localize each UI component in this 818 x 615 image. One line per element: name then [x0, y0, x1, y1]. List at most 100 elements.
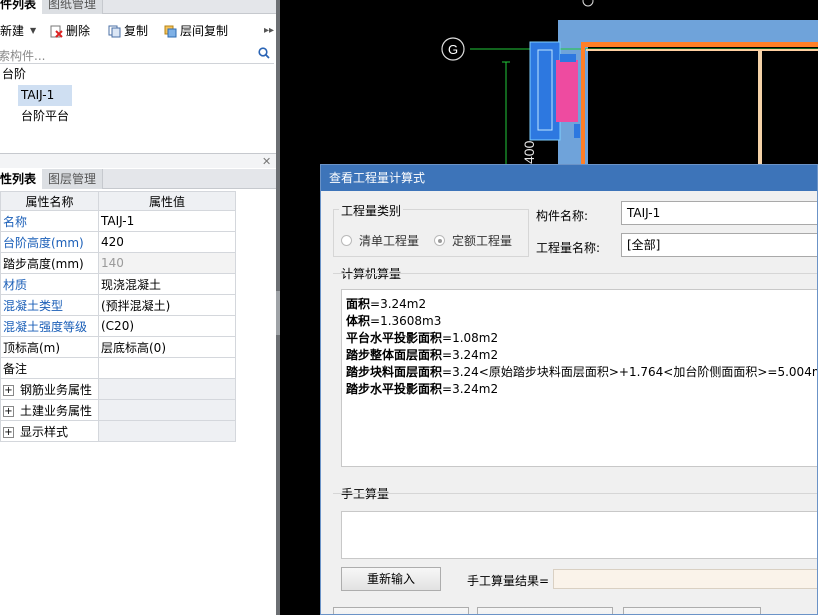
prop-name: 台阶高度(mm) [0, 231, 99, 253]
bottom-button-2[interactable] [477, 607, 613, 614]
section-rule [333, 273, 817, 274]
prop-value[interactable]: (预拌混凝土) [98, 294, 236, 316]
tree-item-taij-1[interactable]: TAIJ-1 [18, 85, 72, 106]
prop-value[interactable]: 层底标高(0) [98, 336, 236, 358]
floor-copy-button[interactable]: 层间复制 [164, 22, 228, 40]
copy-label: 复制 [124, 24, 149, 38]
step-platform [556, 60, 578, 122]
more-chevron-icon[interactable]: ▸▸ [264, 22, 274, 40]
quantity-type-legend: 工程量类别 [339, 202, 404, 219]
tab-property-list[interactable]: 性列表 [0, 169, 44, 189]
dimension-text: 400 [521, 140, 537, 164]
copy-button[interactable]: 复制 [108, 22, 148, 40]
prop-value[interactable]: TAIJ-1 [98, 210, 236, 232]
calc-line: 面积=3.24m2 [346, 296, 814, 313]
prop-value[interactable]: 现浇混凝土 [98, 273, 236, 295]
group-row-filler [98, 378, 236, 400]
expand-icon[interactable]: + [3, 384, 14, 396]
prop-name: 顶标高(m) [0, 336, 99, 358]
prop-value[interactable]: 420 [98, 231, 236, 253]
computer-calc-textbox[interactable]: 面积=3.24m2 体积=1.3608m3 平台水平投影面积=1.08m2 踏步… [341, 289, 818, 467]
tree-item-step-platform[interactable]: 台阶平台 [21, 107, 69, 125]
group-rebar-properties[interactable]: + 钢筋业务属性 [0, 378, 99, 400]
radio-circle-icon[interactable] [341, 235, 352, 246]
axis-label-g: G [448, 42, 458, 57]
radio-list-quantity[interactable]: 清单工程量 [341, 232, 419, 249]
calc-line: 平台水平投影面积=1.08m2 [346, 330, 814, 347]
quantity-name-label: 工程量名称: [536, 241, 601, 255]
close-icon[interactable]: ✕ [262, 155, 271, 168]
radio-quota-quantity[interactable]: 定额工程量 [434, 232, 512, 249]
tree-root-steps[interactable]: 台阶 [2, 65, 26, 83]
prop-name: 踏步高度(mm) [0, 252, 99, 274]
component-tabbar: 件列表 图纸管理 [0, 0, 276, 14]
table-row[interactable]: 备注 [0, 357, 236, 379]
group-row-filler [98, 420, 236, 442]
quantity-formula-dialog: 查看工程量计算式 工程量类别 清单工程量 定额工程量 构件名称: TAIJ-1 … [320, 164, 818, 615]
dropdown-arrow-icon: ▼ [30, 26, 37, 35]
expand-icon[interactable]: + [3, 405, 14, 417]
calc-line-label: 踏步水平投影面积 [346, 382, 443, 396]
prop-value[interactable] [98, 357, 236, 379]
component-name-field[interactable]: TAIJ-1 [621, 201, 817, 225]
splitter-bar[interactable] [0, 154, 276, 168]
prop-value[interactable]: (C20) [98, 315, 236, 337]
calc-line-label: 踏步整体面层面积 [346, 348, 443, 362]
calc-line-expr: =1.08m2 [442, 331, 499, 345]
search-icon[interactable] [258, 47, 270, 62]
section-rule [333, 493, 817, 494]
group-label: 土建业务属性 [20, 403, 93, 418]
table-row[interactable]: 混凝土强度等级 (C20) [0, 315, 236, 337]
expand-icon[interactable]: + [3, 426, 14, 438]
group-row[interactable]: + 土建业务属性 [0, 399, 236, 421]
table-row[interactable]: 踏步高度(mm) 140 [0, 252, 236, 274]
header-property-value: 属性值 [98, 191, 236, 211]
manual-result-label: 手工算量结果= [467, 574, 550, 588]
component-panel: 件列表 图纸管理 新建 ▼ 删除 复制 层间复制 ▸▸ 索构件... 台阶 TA… [0, 0, 276, 615]
bottom-button-1[interactable] [333, 607, 469, 614]
table-row[interactable]: 台阶高度(mm) 420 [0, 231, 236, 253]
component-search[interactable]: 索构件... [0, 44, 274, 64]
component-toolbar: 新建 ▼ 删除 复制 层间复制 ▸▸ [0, 20, 276, 42]
calc-line-label: 面积 [346, 297, 371, 311]
group-row[interactable]: + 显示样式 [0, 420, 236, 442]
wall-top-inner [586, 49, 818, 51]
group-civil-properties[interactable]: + 土建业务属性 [0, 399, 99, 421]
manual-result-field[interactable] [553, 569, 817, 589]
calc-line-expr: =3.24m2 [442, 348, 499, 362]
prop-name: 材质 [0, 273, 99, 295]
quantity-name-field[interactable]: [全部] [621, 233, 817, 257]
bottom-button-3[interactable] [623, 607, 761, 614]
tab-component-list[interactable]: 件列表 [0, 0, 44, 14]
calc-line: 踏步水平投影面积=3.24m2 [346, 381, 814, 398]
group-display-style[interactable]: + 显示样式 [0, 420, 99, 442]
group-row[interactable]: + 钢筋业务属性 [0, 378, 236, 400]
table-row[interactable]: 混凝土类型 (预拌混凝土) [0, 294, 236, 316]
prop-name: 混凝土强度等级 [0, 315, 99, 337]
delete-icon [50, 25, 63, 38]
search-input[interactable]: 索构件... [0, 47, 45, 64]
new-button[interactable]: 新建 ▼ [0, 22, 36, 40]
reenter-button[interactable]: 重新输入 [341, 567, 441, 591]
calc-line-expr: =3.24m2 [442, 382, 499, 396]
calc-line-label: 体积 [346, 314, 371, 328]
tab-layer-management[interactable]: 图层管理 [42, 169, 104, 189]
new-label: 新建 [0, 24, 25, 38]
floor-copy-icon [164, 25, 177, 38]
delete-button[interactable]: 删除 [50, 22, 90, 40]
calc-line-expr: =3.24m2 [370, 297, 427, 311]
prop-name: 混凝土类型 [0, 294, 99, 316]
tab-drawing-management[interactable]: 图纸管理 [42, 0, 104, 14]
group-row-filler [98, 399, 236, 421]
table-row[interactable]: 顶标高(m) 层底标高(0) [0, 336, 236, 358]
radio-selected-icon[interactable] [434, 235, 445, 246]
prop-name: 备注 [0, 357, 99, 379]
prop-name: 名称 [0, 210, 99, 232]
table-row[interactable]: 材质 现浇混凝土 [0, 273, 236, 295]
calc-line-expr: =3.24<原始踏步块料面层面积>+1.764<加台阶侧面面积>=5.004m2 [442, 365, 818, 379]
dialog-title[interactable]: 查看工程量计算式 [321, 165, 817, 191]
manual-calc-textbox[interactable] [341, 511, 817, 559]
calc-line: 踏步整体面层面积=3.24m2 [346, 347, 814, 364]
table-row[interactable]: 名称 TAIJ-1 [0, 210, 236, 232]
step-cap [560, 54, 576, 62]
